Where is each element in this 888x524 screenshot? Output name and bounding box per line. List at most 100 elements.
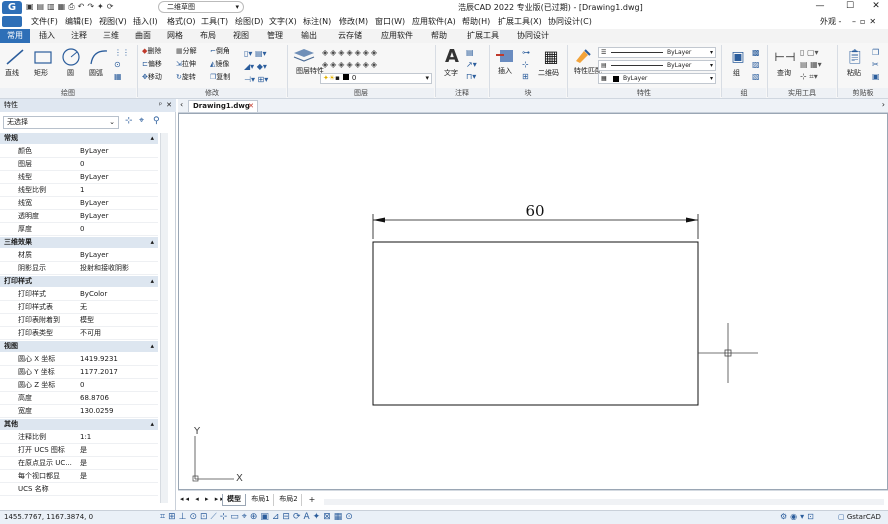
group-small-tools[interactable]: ▩ ▨ ▧ xyxy=(752,47,764,83)
property-section-header[interactable]: 三维效果 ▴ xyxy=(0,237,158,248)
menu-insert[interactable]: 插入(I) xyxy=(133,16,158,28)
property-row[interactable]: 材质 ByLayer xyxy=(0,249,158,262)
property-row[interactable]: 打印样式 ByColor xyxy=(0,288,158,301)
tab-layout[interactable]: 布局 xyxy=(193,29,223,43)
utilities-small-tools[interactable]: ▯ ▢▾ ▤ ▦▾ ⊹ ⌗▾ xyxy=(800,47,834,83)
tab-surface[interactable]: 曲面 xyxy=(128,29,158,43)
collapse-icon[interactable]: ▴ xyxy=(150,341,154,352)
close-icon[interactable]: ✕ xyxy=(166,99,172,112)
modify-more-tools[interactable]: ▯▾ ▤▾ ◢▾ ◆▾ ⊣▾ ⊞▾ xyxy=(244,47,268,86)
menu-icon[interactable] xyxy=(2,16,22,27)
close-button[interactable]: ✕ xyxy=(866,1,886,11)
offset-button[interactable]: ⊏偏移 xyxy=(142,60,162,69)
pin-icon[interactable]: ᵖ xyxy=(159,99,162,112)
property-row[interactable]: 打印表类型 不可用 xyxy=(0,327,158,340)
layer-dropdown[interactable]: ✦☀▪ 0 ▾ xyxy=(320,73,432,84)
layer-properties-button[interactable]: 图层特性 xyxy=(292,47,324,85)
quick-select-icon[interactable]: ⚲ xyxy=(153,116,160,126)
app-logo-icon[interactable]: G xyxy=(2,1,22,15)
tab-3d[interactable]: 三维 xyxy=(96,29,126,43)
menu-draw[interactable]: 绘图(D) xyxy=(235,16,263,28)
toggle-pickadd-icon[interactable]: ⊹ xyxy=(125,116,133,126)
collapse-icon[interactable]: ▴ xyxy=(150,133,154,144)
rotate-button[interactable]: ↻旋转 xyxy=(176,73,196,82)
menu-apps[interactable]: 应用软件(A) xyxy=(412,16,456,28)
tab-manage[interactable]: 管理 xyxy=(260,29,290,43)
mirror-button[interactable]: ◭镜像 xyxy=(210,60,229,69)
layout-tab-model[interactable]: 模型 xyxy=(222,494,246,506)
tab-annotate[interactable]: 注释 xyxy=(64,29,94,43)
property-row[interactable]: 图层 0 xyxy=(0,158,158,171)
property-row[interactable]: 圆心 X 坐标 1419.9231 xyxy=(0,353,158,366)
clipboard-small-tools[interactable]: ❐ ✂ ▣ xyxy=(872,47,886,83)
workspace-select[interactable]: 二维草图 ▾ xyxy=(158,1,244,13)
property-section-header[interactable]: 视图 ▴ xyxy=(0,341,158,352)
appearance-menu[interactable]: 外观 - xyxy=(820,16,841,28)
menu-edit[interactable]: 编辑(E) xyxy=(65,16,92,28)
tab-home[interactable]: 常用 xyxy=(0,29,30,43)
menu-tools[interactable]: 工具(T) xyxy=(201,16,228,28)
mdi-controls[interactable]: –▫✕ xyxy=(852,16,880,28)
property-row[interactable]: 打开 UCS 图标 是 xyxy=(0,444,158,457)
paste-button[interactable]: 📋︎ 粘贴 xyxy=(842,47,868,85)
menu-help[interactable]: 帮助(H) xyxy=(462,16,490,28)
tab-output[interactable]: 输出 xyxy=(294,29,324,43)
menu-text[interactable]: 文字(X) xyxy=(269,16,297,28)
layout-tab-1[interactable]: 布局1 xyxy=(248,494,274,506)
tab-view[interactable]: 视图 xyxy=(226,29,256,43)
property-row[interactable]: 线型比例 1 xyxy=(0,184,158,197)
selection-dropdown[interactable]: 无选择 ⌄ xyxy=(3,116,119,129)
quick-access-toolbar[interactable]: ▣▤▥▦⎙↶↷✦⟳ xyxy=(26,2,156,12)
tab-insert[interactable]: 插入 xyxy=(32,29,62,43)
tab-apps[interactable]: 应用软件 xyxy=(374,29,420,43)
copy-button[interactable]: ❐复制 xyxy=(210,73,230,82)
add-layout-button[interactable]: + xyxy=(306,494,318,506)
text-button[interactable]: A 文字 xyxy=(440,47,464,85)
linetype-dropdown[interactable]: ▤ ByLayer ▾ xyxy=(598,60,716,71)
chamfer-button[interactable]: ⌐倒角 xyxy=(210,47,230,56)
rectangle-entity[interactable] xyxy=(372,241,699,406)
block-small-tools[interactable]: ⊶ ⊹ ⊞ xyxy=(522,47,536,85)
arc-button[interactable]: 圆弧 xyxy=(88,47,110,79)
property-row[interactable]: 颜色 ByLayer xyxy=(0,145,158,158)
maximize-button[interactable]: ☐ xyxy=(840,1,860,11)
drawing-svg[interactable]: 60 Y X xyxy=(179,114,887,489)
menu-format[interactable]: 格式(O) xyxy=(167,16,196,28)
stretch-button[interactable]: ⇲拉伸 xyxy=(176,60,196,69)
property-section-header[interactable]: 其他 ▴ xyxy=(0,419,158,430)
tab-collab[interactable]: 协同设计 xyxy=(510,29,556,43)
horizontal-scrollbar[interactable] xyxy=(324,499,884,505)
property-section-header[interactable]: 打印样式 ▴ xyxy=(0,276,158,287)
palette-scrollbar[interactable] xyxy=(160,133,168,503)
property-row[interactable]: 注释比例 1:1 xyxy=(0,431,158,444)
collapse-icon[interactable]: ▴ xyxy=(150,276,154,287)
rect-button[interactable]: 矩形 xyxy=(32,47,54,79)
collapse-icon[interactable]: ▴ xyxy=(150,237,154,248)
property-row[interactable]: 圆心 Z 坐标 0 xyxy=(0,379,158,392)
menu-dimension[interactable]: 标注(N) xyxy=(303,16,331,28)
property-row[interactable]: 透明度 ByLayer xyxy=(0,210,158,223)
lineweight-dropdown[interactable]: ▦ ByLayer ▾ xyxy=(598,73,716,84)
property-row[interactable]: 阴影显示 投射和接收阴影 xyxy=(0,262,158,275)
drafting-toggles[interactable]: ⌗⊞⊥⊙⊡⟋⊹▭⌖⊕▣⊿⊟⟳A✦⊠▦⊙ xyxy=(160,512,430,522)
select-objects-icon[interactable]: ⌖ xyxy=(139,116,144,126)
circle-button[interactable]: 圆 xyxy=(60,47,82,79)
collapse-icon[interactable]: ▴ xyxy=(150,419,154,430)
property-row[interactable]: 宽度 130.0259 xyxy=(0,405,158,418)
tab-mesh[interactable]: 网格 xyxy=(160,29,190,43)
tab-cloud[interactable]: 云存储 xyxy=(330,29,370,43)
tab-extend[interactable]: 扩展工具 xyxy=(460,29,506,43)
tab-help[interactable]: 帮助 xyxy=(424,29,454,43)
draw-small-tools[interactable]: ⋮⋮ ⊙ ▦ xyxy=(114,47,134,83)
move-button[interactable]: ✥移动 xyxy=(142,73,162,82)
tab-scroll-right-icon[interactable]: › xyxy=(882,100,885,109)
menu-file[interactable]: 文件(F) xyxy=(31,16,58,28)
property-row[interactable]: 在原点显示 UC... 是 xyxy=(0,457,158,470)
layout-tab-2[interactable]: 布局2 xyxy=(276,494,302,506)
menu-view[interactable]: 视图(V) xyxy=(99,16,127,28)
property-section-header[interactable]: 常规 ▴ xyxy=(0,133,158,144)
property-row[interactable]: 线宽 ByLayer xyxy=(0,197,158,210)
drawing-canvas[interactable]: 60 Y X xyxy=(178,113,888,490)
close-icon[interactable]: ✕ xyxy=(248,101,254,112)
property-row[interactable]: 高度 68.8706 xyxy=(0,392,158,405)
